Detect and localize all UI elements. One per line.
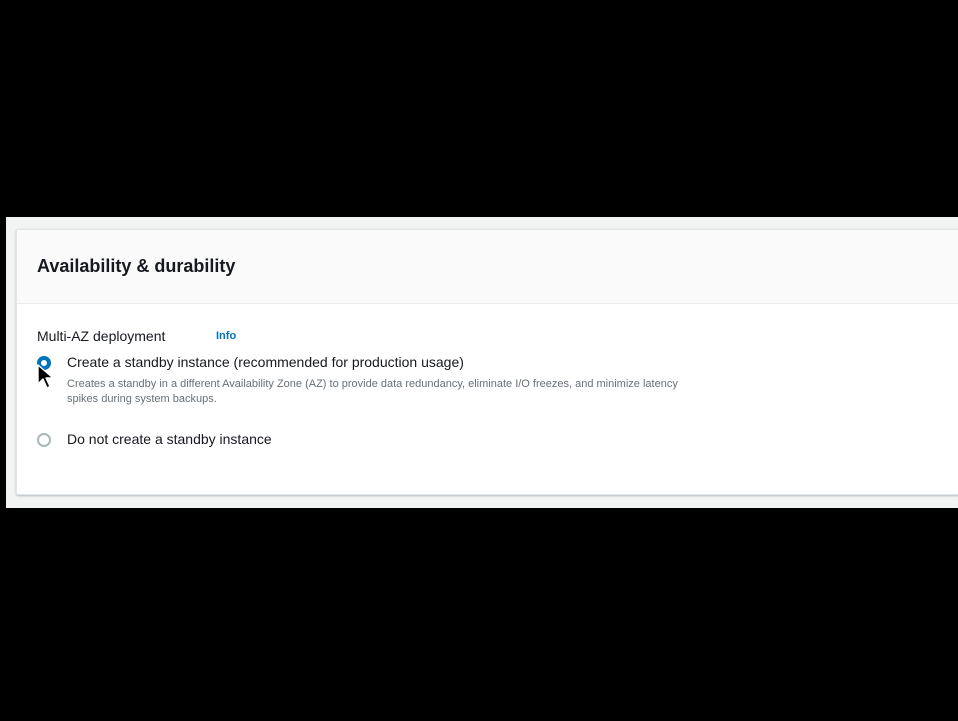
content-band: Availability & durability Multi-AZ deplo… — [6, 217, 958, 508]
info-link[interactable]: Info — [216, 330, 236, 342]
panel-header: Availability & durability — [17, 230, 958, 304]
radio-button-no-standby[interactable] — [37, 433, 51, 447]
radio-description-create-standby: Creates a standby in a different Availab… — [67, 378, 678, 405]
radio-label-no-standby: Do not create a standby instance — [67, 431, 272, 447]
radio-label-create-standby: Create a standby instance (recommended f… — [67, 354, 464, 370]
mouse-pointer-icon — [37, 364, 54, 389]
panel-title: Availability & durability — [37, 256, 236, 276]
availability-durability-panel: Availability & durability Multi-AZ deplo… — [16, 229, 958, 495]
multi-az-label: Multi-AZ deployment — [37, 328, 166, 344]
